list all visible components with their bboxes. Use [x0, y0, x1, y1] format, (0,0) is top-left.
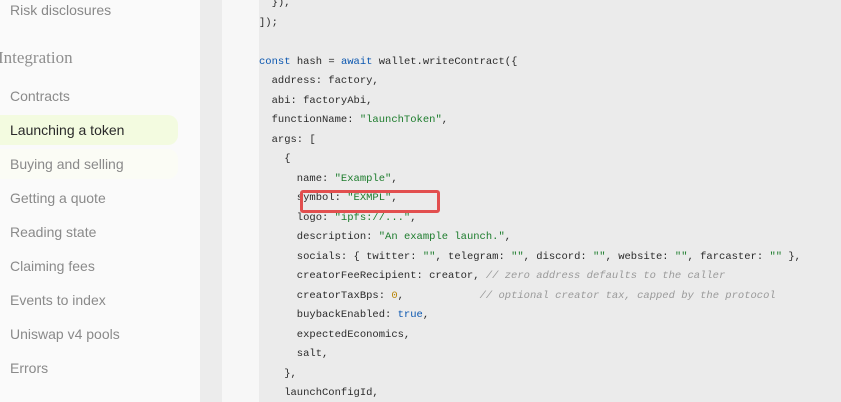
sidebar-item-errors[interactable]: Errors — [0, 353, 178, 383]
code-line: abi: factoryAbi, — [259, 94, 373, 107]
sidebar-item-launching-a-token[interactable]: Launching a token — [0, 115, 178, 145]
code-line: functionName: "launchToken", — [259, 114, 449, 126]
code-line: ]); — [259, 16, 278, 29]
sidebar-item-reading-state[interactable]: Reading state — [0, 217, 178, 247]
code-line: creatorFeeRecipient: creator, // zero ad… — [259, 270, 726, 282]
code-line: expectedEconomics, — [259, 328, 411, 341]
code-line: { — [259, 153, 291, 165]
code-line: salt, — [259, 348, 329, 360]
code-line: description: "An example launch.", — [259, 231, 512, 243]
sidebar: Risk disclosures Integration Contracts L… — [0, 0, 200, 402]
code-line: }, — [259, 367, 297, 380]
code-line: creatorTaxBps: 0, // optional creator ta… — [259, 289, 776, 302]
section-title-integration: Integration — [0, 48, 73, 67]
code-line: address: factory, — [259, 75, 379, 87]
sidebar-item-buying-and-selling[interactable]: Buying and selling — [0, 149, 178, 179]
sidebar-item-uniswap-v4-pools[interactable]: Uniswap v4 pools — [0, 319, 178, 349]
sidebar-item-events-to-index[interactable]: Events to index — [0, 285, 178, 315]
content-gutter — [200, 0, 222, 402]
sidebar-item-risk-disclosures[interactable]: Risk disclosures — [10, 2, 111, 18]
code-line: const hash = await wallet.writeContract(… — [259, 55, 518, 68]
code-line: socials: { twitter: "", telegram: "", di… — [259, 250, 801, 263]
sidebar-item-contracts[interactable]: Contracts — [0, 81, 178, 111]
sidebar-item-getting-a-quote[interactable]: Getting a quote — [0, 183, 178, 213]
code-line: args: [ — [259, 133, 316, 146]
code-line: launchConfigId, — [259, 387, 379, 399]
annotation-highlight-box — [300, 190, 440, 213]
code-line: buybackEnabled: true, — [259, 309, 430, 321]
code-line: name: "Example", — [259, 172, 398, 185]
code-line: }), — [259, 0, 291, 9]
sidebar-item-claiming-fees[interactable]: Claiming fees — [0, 251, 178, 281]
